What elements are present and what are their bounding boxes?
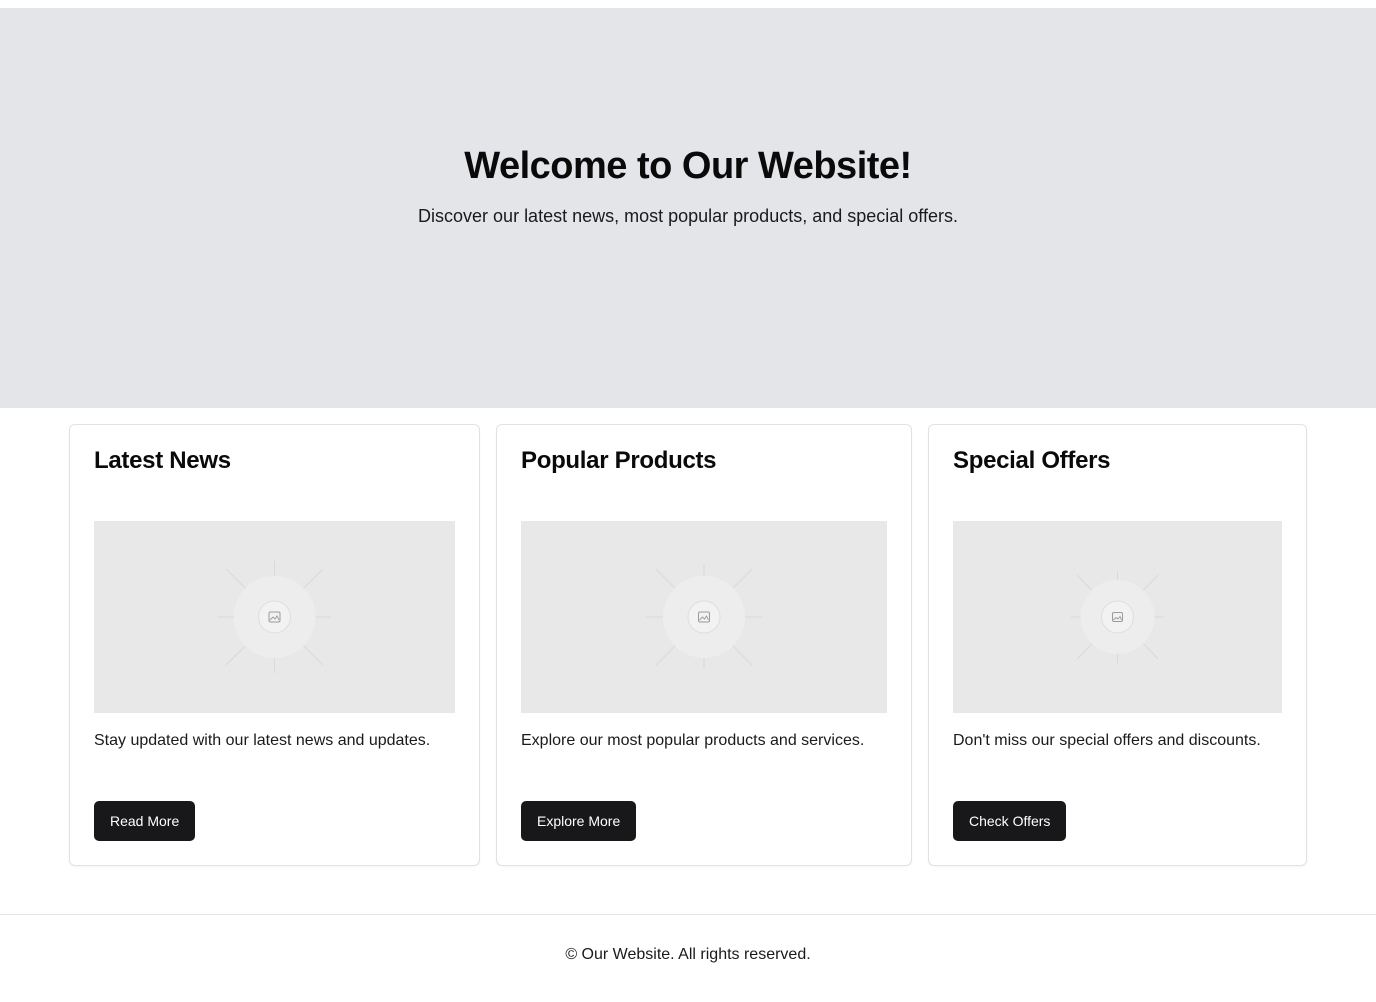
card-image-placeholder [94,521,455,713]
image-placeholder-icon [646,565,762,669]
card-description: Explore our most popular products and se… [521,732,865,749]
image-placeholder-icon [1071,571,1164,663]
card-description: Stay updated with our latest news and up… [94,732,431,749]
card-title: Latest News [94,447,231,474]
card-description: Don't miss our special offers and discou… [953,732,1261,749]
check-offers-button[interactable]: Check Offers [953,801,1067,841]
card-latest-news: Latest News Stay updated with our latest… [69,424,480,866]
hero-section: Welcome to Our Website! Discover our lat… [0,8,1376,408]
card-popular-products: Popular Products Explore our most popula… [496,424,912,866]
card-title: Special Offers [953,447,1111,474]
footer: © Our Website. All rights reserved. [0,914,1376,1002]
card-image-placeholder [953,521,1282,713]
hero-title: Welcome to Our Website! [464,145,912,187]
card-special-offers: Special Offers Don't miss our special of… [928,424,1307,866]
read-more-button[interactable]: Read More [94,801,196,841]
card-image-placeholder [521,521,887,713]
card-title: Popular Products [521,447,717,474]
hero-subtitle: Discover our latest news, most popular p… [418,206,958,226]
image-placeholder-icon [218,561,331,673]
explore-more-button[interactable]: Explore More [521,801,637,841]
footer-copyright: © Our Website. All rights reserved. [565,946,811,963]
top-strip [0,0,1376,8]
